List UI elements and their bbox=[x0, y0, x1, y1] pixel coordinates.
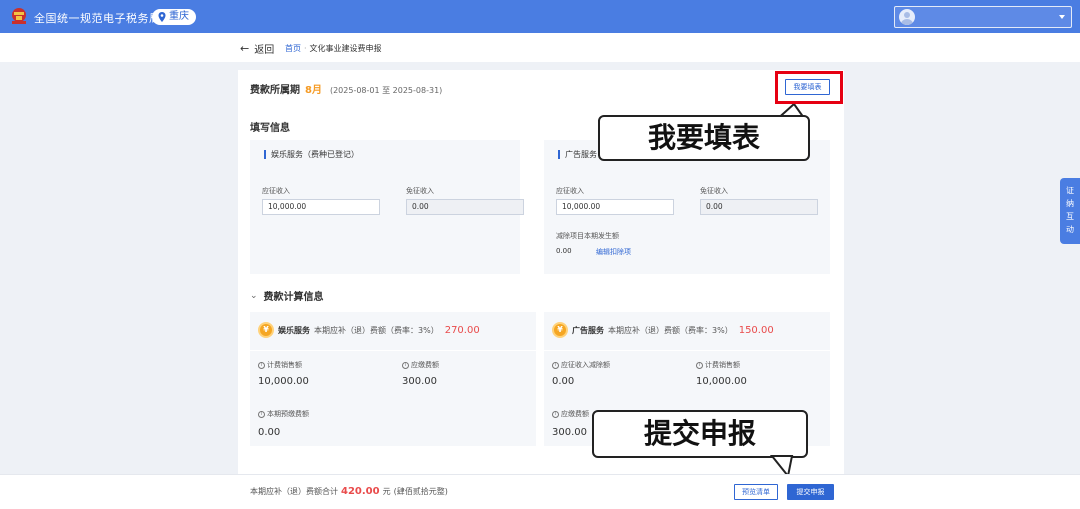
breadcrumb-home[interactable]: 首页 bbox=[285, 44, 301, 53]
bottom-bar: 本期应补（退）费额合计 420.00 元 (肆佰贰拾元整) 预览清单 提交申报 bbox=[0, 474, 1080, 509]
calc-section-header[interactable]: ⌄ 费款计算信息 bbox=[250, 288, 324, 304]
arrow-left-icon: ← bbox=[240, 42, 250, 55]
avatar bbox=[899, 9, 915, 25]
coin-icon: ¥ bbox=[258, 322, 274, 338]
advertising-taxable-input[interactable]: 10,000.00 bbox=[556, 199, 674, 215]
side-tab-char: 证 bbox=[1066, 186, 1074, 195]
entertainment-exempt-label: 免征收入 bbox=[406, 187, 434, 195]
advertising-m1-text: 应征收入减除额 bbox=[561, 361, 610, 369]
entertainment-m3-value: 0.00 bbox=[258, 427, 281, 438]
advertising-calc-name: 广告服务 bbox=[572, 325, 604, 335]
advertising-m3-label: i 应缴费额 bbox=[552, 409, 589, 419]
entertainment-m1-label: i 计费销售额 bbox=[258, 360, 302, 370]
top-bar: 全国统一规范电子税务局 重庆 bbox=[0, 0, 1080, 33]
info-icon: i bbox=[696, 361, 703, 369]
region-name: 重庆 bbox=[169, 11, 189, 22]
period-label: 费款所属期 bbox=[250, 85, 300, 96]
divider bbox=[544, 350, 830, 351]
total-amount: 420.00 bbox=[341, 486, 380, 497]
entertainment-panel-title: 娱乐服务（费种已登记） bbox=[264, 150, 359, 159]
entertainment-calc-amount: 270.00 bbox=[444, 324, 480, 336]
advertising-panel-title: 广告服务 bbox=[558, 150, 597, 159]
divider bbox=[250, 350, 536, 351]
app-title: 全国统一规范电子税务局 bbox=[34, 12, 161, 25]
entertainment-calc-name: 娱乐服务 bbox=[278, 325, 310, 335]
entertainment-taxable-input[interactable]: 10,000.00 bbox=[262, 199, 380, 215]
entertainment-m2-value: 300.00 bbox=[402, 376, 437, 387]
total-summary: 本期应补（退）费额合计 420.00 元 (肆佰贰拾元整) bbox=[250, 486, 448, 497]
entertainment-calc-head: ¥ 娱乐服务 本期应补（退）费额（费率：3%） 270.00 bbox=[258, 322, 480, 338]
total-unit: 元 bbox=[382, 487, 391, 496]
back-button[interactable]: ← 返回 bbox=[240, 41, 274, 56]
chevron-down-icon: ⌄ bbox=[250, 290, 258, 301]
info-icon: i bbox=[552, 361, 559, 369]
side-tab-char: 互 bbox=[1066, 212, 1074, 221]
breadcrumb-bar: ← 返回 首页 · 文化事业建设费申报 bbox=[0, 33, 1080, 62]
deduction-label: 减除项目本期发生额 bbox=[556, 232, 619, 240]
breadcrumb: 首页 · 文化事业建设费申报 bbox=[285, 43, 382, 54]
advertising-m2-text: 计费销售额 bbox=[705, 361, 740, 369]
submit-callout: 提交申报 bbox=[592, 410, 808, 458]
entertainment-m1-text: 计费销售额 bbox=[267, 361, 302, 369]
advertising-m1-label: i 应征收入减除额 bbox=[552, 360, 610, 370]
advertising-m1-value: 0.00 bbox=[552, 376, 575, 387]
user-menu[interactable] bbox=[894, 6, 1072, 28]
fill-button-highlight bbox=[775, 71, 843, 104]
entertainment-calc-desc: 本期应补（退）费额（费率：3%） bbox=[314, 325, 439, 335]
advertising-taxable-label: 应征收入 bbox=[556, 187, 584, 195]
breadcrumb-current: 文化事业建设费申报 bbox=[309, 44, 382, 53]
info-icon: i bbox=[552, 410, 559, 418]
location-pin-icon bbox=[158, 12, 166, 22]
info-icon: i bbox=[402, 361, 409, 369]
deduction-value: 0.00 bbox=[556, 247, 572, 255]
fill-form-callout: 我要填表 bbox=[598, 115, 810, 161]
total-words: (肆佰贰拾元整) bbox=[393, 487, 448, 496]
interaction-side-tab[interactable]: 证 纳 互 动 bbox=[1060, 178, 1080, 244]
edit-deduction-link[interactable]: 编辑扣除项 bbox=[596, 247, 631, 257]
entertainment-m2-text: 应缴费额 bbox=[411, 361, 439, 369]
side-tab-char: 纳 bbox=[1066, 199, 1074, 208]
advertising-m2-label: i 计费销售额 bbox=[696, 360, 740, 370]
advertising-m2-value: 10,000.00 bbox=[696, 376, 747, 387]
advertising-m3-text: 应缴费额 bbox=[561, 410, 589, 418]
chevron-down-icon bbox=[1059, 15, 1065, 19]
submit-button[interactable]: 提交申报 bbox=[787, 484, 834, 500]
advertising-calc-head: ¥ 广告服务 本期应补（退）费额（费率：3%） 150.00 bbox=[552, 322, 774, 338]
period-range: (2025-08-01 至 2025-08-31) bbox=[329, 86, 443, 95]
period-month: 8月 bbox=[305, 85, 322, 96]
entertainment-m2-label: i 应缴费额 bbox=[402, 360, 439, 370]
total-prefix: 本期应补（退）费额合计 bbox=[250, 487, 338, 496]
period-row: 费款所属期 8月 (2025-08-01 至 2025-08-31) bbox=[250, 81, 442, 96]
entertainment-taxable-label: 应征收入 bbox=[262, 187, 290, 195]
advertising-calc-amount: 150.00 bbox=[738, 324, 774, 336]
region-selector[interactable]: 重庆 bbox=[152, 9, 196, 25]
advertising-m3-value: 300.00 bbox=[552, 427, 587, 438]
entertainment-m3-label: i 本期预缴费额 bbox=[258, 409, 309, 419]
calc-info-title: 费款计算信息 bbox=[263, 292, 324, 303]
breadcrumb-separator: · bbox=[304, 44, 307, 53]
entertainment-m1-value: 10,000.00 bbox=[258, 376, 309, 387]
entertainment-fill-panel: 娱乐服务（费种已登记） 应征收入 10,000.00 免征收入 0.00 bbox=[250, 140, 524, 274]
info-icon: i bbox=[258, 361, 265, 369]
fill-info-title: 填写信息 bbox=[250, 123, 290, 134]
entertainment-m3-text: 本期预缴费额 bbox=[267, 410, 309, 418]
preview-list-button[interactable]: 预览清单 bbox=[734, 484, 778, 500]
advertising-exempt-input[interactable]: 0.00 bbox=[700, 199, 818, 215]
side-tab-char: 动 bbox=[1066, 225, 1074, 234]
advertising-exempt-label: 免征收入 bbox=[700, 187, 728, 195]
coin-icon: ¥ bbox=[552, 322, 568, 338]
back-label: 返回 bbox=[254, 45, 275, 56]
entertainment-calc-panel: ¥ 娱乐服务 本期应补（退）费额（费率：3%） 270.00 i 计费销售额 10… bbox=[250, 312, 536, 446]
advertising-calc-desc: 本期应补（退）费额（费率：3%） bbox=[608, 325, 733, 335]
info-icon: i bbox=[258, 410, 265, 418]
entertainment-exempt-input[interactable]: 0.00 bbox=[406, 199, 524, 215]
tax-emblem-icon bbox=[12, 8, 26, 24]
